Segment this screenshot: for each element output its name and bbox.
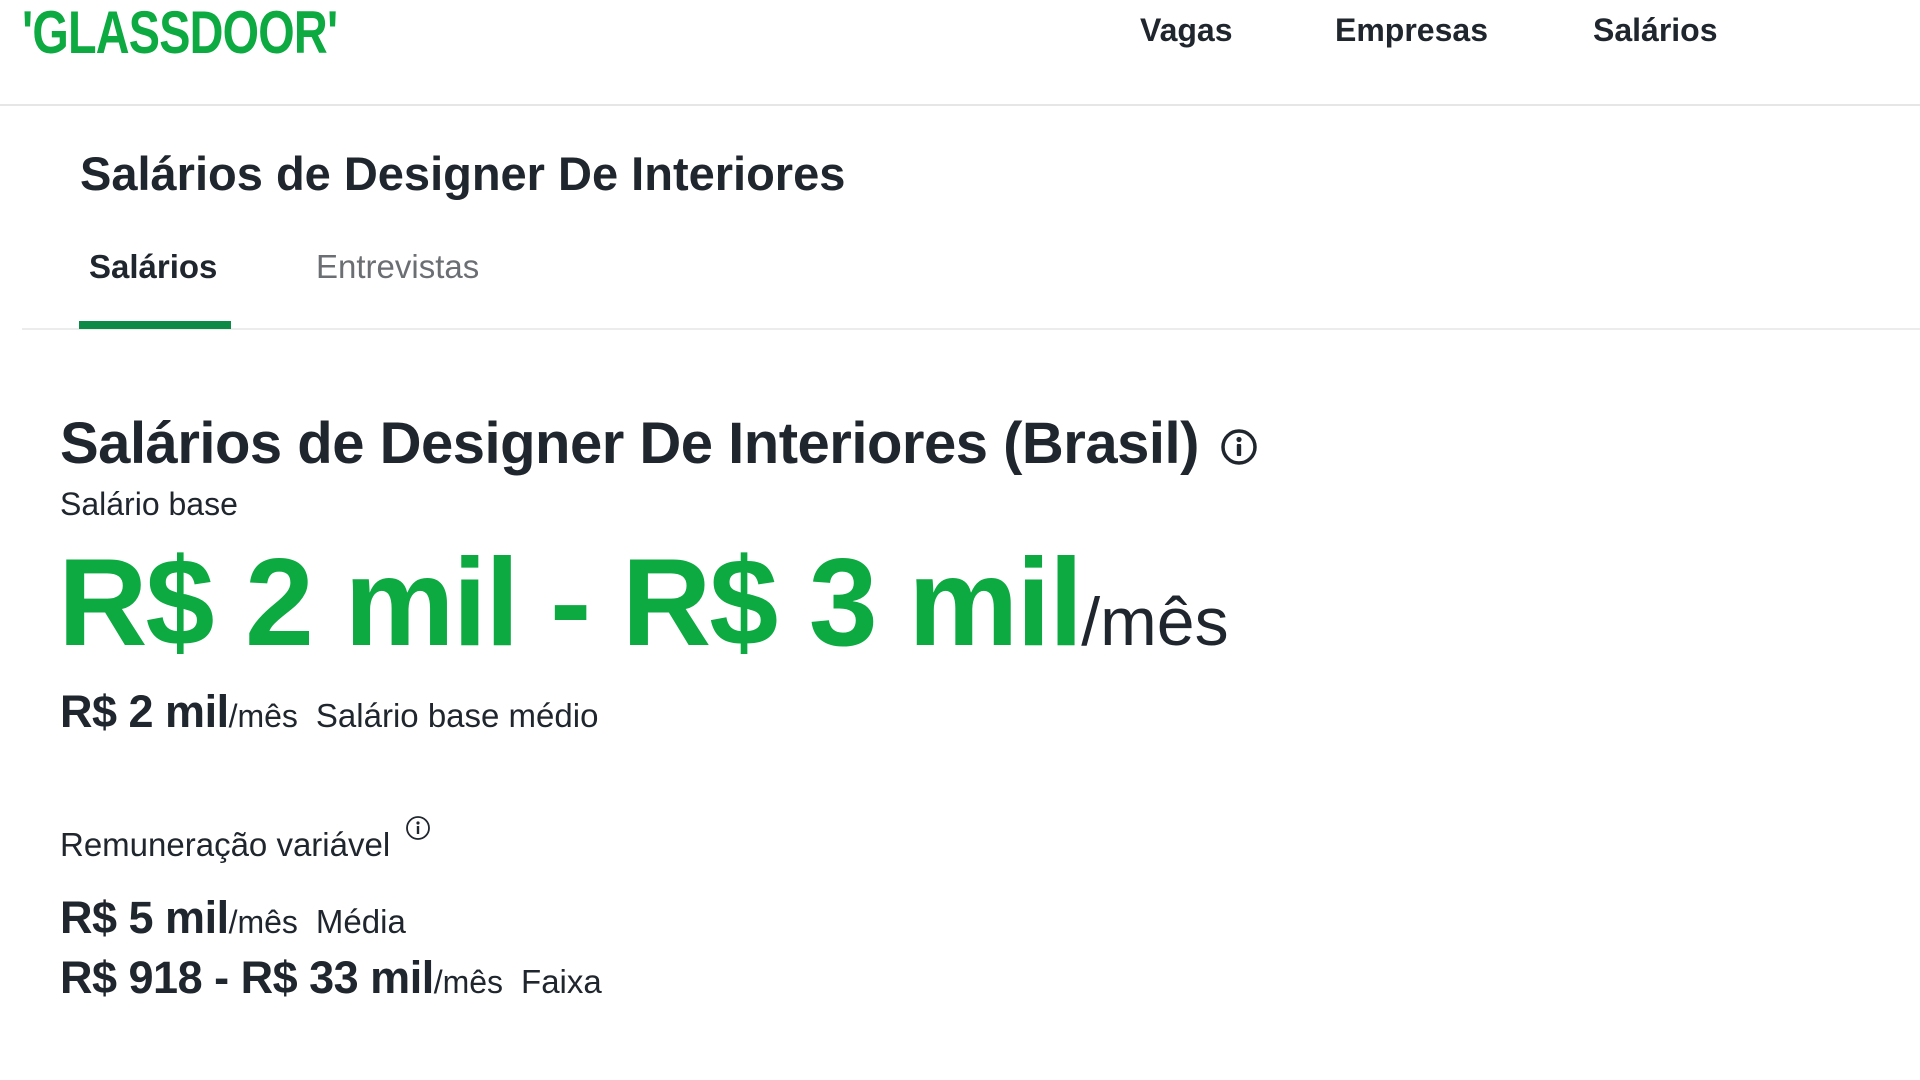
base-salary-label: Salário base: [60, 486, 238, 522]
nav-link-salarios[interactable]: Salários: [1593, 8, 1718, 52]
page-title: Salários de Designer De Interiores: [80, 147, 846, 200]
nav-link-empresas[interactable]: Empresas: [1335, 8, 1488, 52]
average-base-description: Salário base médio: [315, 697, 599, 734]
variable-pay-average: R$ 5 mil/mês Média: [60, 892, 406, 944]
base-salary-range-value: R$ 2 mil - R$ 3 mil: [58, 534, 1083, 672]
variable-average-description: Média: [315, 903, 406, 940]
info-circle-icon[interactable]: [1219, 427, 1259, 467]
salary-section-heading: Salários de Designer De Interiores (Bras…: [60, 410, 1259, 478]
active-tab-indicator: [79, 321, 231, 329]
average-base-unit: /mês: [228, 698, 298, 734]
variable-range-unit: /mês: [433, 964, 504, 1000]
tab-salarios[interactable]: Salários: [89, 246, 217, 288]
variable-average-unit: /mês: [228, 904, 298, 940]
glassdoor-logo[interactable]: 'GLASSDOOR': [22, 2, 338, 64]
variable-range-description: Faixa: [521, 963, 602, 1000]
salary-heading-text: Salários de Designer De Interiores (Bras…: [60, 411, 1199, 476]
base-salary-range: R$ 2 mil - R$ 3 mil/mês: [58, 538, 1229, 706]
info-circle-icon[interactable]: [404, 814, 432, 842]
variable-average-value: R$ 5 mil: [60, 892, 229, 943]
tab-entrevistas[interactable]: Entrevistas: [316, 246, 479, 288]
variable-pay-label: Remuneração variável: [60, 816, 432, 866]
top-navigation-bar: 'GLASSDOOR' Vagas Empresas Salários: [0, 0, 1920, 106]
base-salary-range-unit: /mês: [1081, 584, 1229, 660]
nav-link-vagas[interactable]: Vagas: [1140, 8, 1233, 52]
variable-pay-range: R$ 918 - R$ 33 mil/mês Faixa: [60, 952, 602, 1004]
average-base-salary: R$ 2 mil/mês Salário base médio: [60, 686, 598, 738]
page-tabs: Salários Entrevistas: [22, 238, 1920, 330]
variable-pay-label-text: Remuneração variável: [60, 826, 391, 863]
average-base-value: R$ 2 mil: [60, 686, 229, 737]
variable-range-value: R$ 918 - R$ 33 mil: [60, 952, 434, 1003]
